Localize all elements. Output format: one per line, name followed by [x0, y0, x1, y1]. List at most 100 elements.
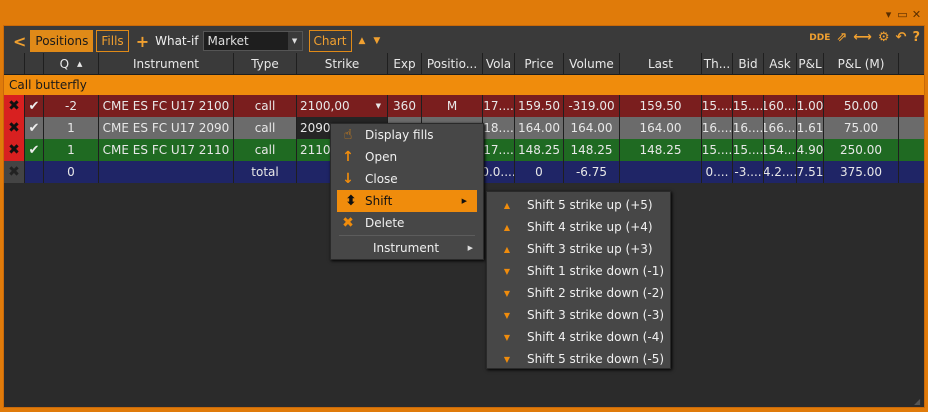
- table-row[interactable]: ✖ ✔ -2 CME ES FC U17 2100 call 2100,00 ▼ …: [4, 95, 924, 117]
- delete-icon[interactable]: ✖: [4, 95, 25, 117]
- cell-position: M: [422, 95, 483, 117]
- help-icon[interactable]: ?: [912, 30, 920, 45]
- delete-icon[interactable]: ✖: [4, 161, 25, 183]
- submenu-item-label: Shift 2 strike down (-2): [527, 286, 665, 300]
- close-icon[interactable]: ✕: [911, 9, 922, 20]
- cell-type: total: [234, 161, 297, 183]
- submenu-item-shift-down-3[interactable]: ▼ Shift 3 strike down (-3): [487, 304, 670, 326]
- positions-button[interactable]: Positions: [30, 30, 94, 52]
- arrow-up-icon: ↑: [342, 149, 354, 165]
- cell-vola: 17....: [483, 139, 515, 161]
- fills-button[interactable]: Fills: [96, 30, 129, 52]
- menu-item-shift[interactable]: ⬍ Shift ▶: [337, 190, 477, 212]
- menu-separator: [339, 235, 475, 236]
- header-ask[interactable]: Ask: [764, 53, 797, 74]
- menu-item-label: Display fills: [365, 128, 434, 142]
- triangle-down-icon: ▼: [503, 288, 511, 298]
- menu-item-open[interactable]: ↑ Open: [331, 146, 483, 168]
- triangle-up-icon: ▲: [503, 222, 511, 232]
- header-theta[interactable]: Th...: [702, 53, 733, 74]
- order-type-select[interactable]: Market ▼: [202, 31, 303, 51]
- triangle-down-icon: ▼: [503, 266, 511, 276]
- menu-item-display-fills[interactable]: ☝ Display fills: [331, 124, 483, 146]
- cell-instrument: [99, 161, 234, 183]
- cell-bid: 15....: [733, 139, 764, 161]
- header-position[interactable]: Positio...: [422, 53, 483, 74]
- cell-vola: 18....: [483, 117, 515, 139]
- cell-bid: 15....: [733, 95, 764, 117]
- external-link-icon[interactable]: ⇗: [836, 30, 847, 45]
- header-bid[interactable]: Bid: [733, 53, 764, 74]
- header-vola[interactable]: Vola: [483, 53, 515, 74]
- resize-grip-icon[interactable]: ◢: [914, 397, 922, 406]
- cell-bid: -3....: [733, 161, 764, 183]
- cell-vola: 0.0....: [483, 161, 515, 183]
- menu-item-close[interactable]: ↓ Close: [331, 168, 483, 190]
- menu-item-label: Instrument: [373, 241, 440, 255]
- submenu-item-shift-up-5[interactable]: ▲ Shift 5 strike up (+5): [487, 194, 670, 216]
- cell-q: 1: [44, 139, 99, 161]
- header-volume[interactable]: Volume: [564, 53, 620, 74]
- header-instrument[interactable]: Instrument: [99, 53, 234, 74]
- undo-icon[interactable]: ↶: [896, 30, 907, 45]
- submenu-item-label: Shift 3 strike up (+3): [527, 242, 653, 256]
- arrow-up-icon[interactable]: ▲: [355, 30, 370, 52]
- header-last[interactable]: Last: [620, 53, 702, 74]
- chart-button[interactable]: Chart: [308, 30, 352, 52]
- header-exp[interactable]: Exp: [388, 53, 422, 74]
- submenu-item-shift-down-1[interactable]: ▼ Shift 1 strike down (-1): [487, 260, 670, 282]
- hand-icon: ☝: [343, 127, 353, 143]
- cell-volume: -319.00: [564, 95, 620, 117]
- maximize-icon[interactable]: ▭: [897, 9, 908, 20]
- header-pnl-m[interactable]: P&L (M): [824, 53, 899, 74]
- delete-icon[interactable]: ✖: [4, 117, 25, 139]
- submenu-item-shift-down-2[interactable]: ▼ Shift 2 strike down (-2): [487, 282, 670, 304]
- strike-select[interactable]: 2100,00 ▼: [297, 95, 388, 117]
- dde-button[interactable]: DDE: [809, 33, 830, 43]
- menu-item-instrument[interactable]: Instrument ▶: [331, 237, 483, 259]
- whatif-button[interactable]: + What-if: [132, 30, 203, 52]
- triangle-down-icon: ▼: [503, 310, 511, 320]
- cell-strike: 2100,00: [300, 99, 350, 113]
- cell-last: 159.50: [620, 95, 702, 117]
- header-strike[interactable]: Strike: [297, 53, 388, 74]
- arrow-down-icon: ↓: [342, 171, 354, 187]
- header-check: [25, 53, 44, 74]
- cell-pnl-m: 375.00: [824, 161, 899, 183]
- delete-icon[interactable]: ✖: [4, 139, 25, 161]
- header-type[interactable]: Type: [234, 53, 297, 74]
- submenu-item-shift-up-3[interactable]: ▲ Shift 3 strike up (+3): [487, 238, 670, 260]
- cell-last: [620, 161, 702, 183]
- cell-ask: 154....: [764, 139, 797, 161]
- cell-type: call: [234, 95, 297, 117]
- checkbox[interactable]: ✔: [25, 117, 44, 139]
- header-pnl[interactable]: P&L: [797, 53, 824, 74]
- cell-type: call: [234, 117, 297, 139]
- cell-q: 0: [44, 161, 99, 183]
- chevron-left-icon[interactable]: <: [9, 30, 30, 52]
- cell-exp: 360: [388, 95, 422, 117]
- submenu-item-label: Shift 5 strike down (-5): [527, 352, 665, 366]
- cell-type: call: [234, 139, 297, 161]
- cell-theta: 0....: [702, 161, 733, 183]
- submenu-item-shift-down-4[interactable]: ▼ Shift 4 strike down (-4): [487, 326, 670, 348]
- cell-pnl-m: 50.00: [824, 95, 899, 117]
- cell-instrument: CME ES FC U17 2100: [99, 95, 234, 117]
- toolbar-right: DDE ⇗ ⟷ ⚙ ↶ ?: [809, 30, 920, 45]
- submenu-item-shift-down-5[interactable]: ▼ Shift 5 strike down (-5): [487, 348, 670, 370]
- link-icon[interactable]: ⟷: [853, 30, 872, 45]
- group-header[interactable]: Call butterfly: [4, 75, 924, 95]
- cell-theta: 16....: [702, 117, 733, 139]
- arrow-down-icon[interactable]: ▼: [369, 30, 384, 52]
- menu-item-delete[interactable]: ✖ Delete: [331, 212, 483, 234]
- checkbox[interactable]: ✔: [25, 139, 44, 161]
- submenu-arrow-icon: ▶: [467, 244, 473, 252]
- window-controls: ▾ ▭ ✕: [883, 7, 922, 21]
- submenu-item-shift-up-4[interactable]: ▲ Shift 4 strike up (+4): [487, 216, 670, 238]
- header-price[interactable]: Price: [515, 53, 564, 74]
- checkbox[interactable]: ✔: [25, 95, 44, 117]
- gear-icon[interactable]: ⚙: [878, 30, 890, 45]
- dropdown-control-icon[interactable]: ▾: [883, 9, 894, 20]
- header-q[interactable]: Q ▲: [44, 53, 99, 74]
- cell-ask: 160....: [764, 95, 797, 117]
